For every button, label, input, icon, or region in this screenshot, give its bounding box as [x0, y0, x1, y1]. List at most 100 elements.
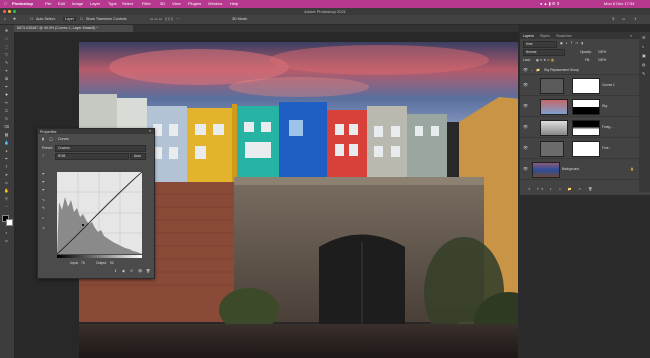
eye-icon[interactable]: 👁: [523, 124, 528, 129]
eye-icon[interactable]: 👁: [523, 82, 528, 87]
layer-group-row[interactable]: 👁 ⌄ 📁 Sky Replacement Group: [520, 66, 640, 75]
layer-row[interactable]: 👁 Background 🔒: [520, 159, 640, 180]
history-brush-tool-icon[interactable]: ↻: [3, 116, 10, 121]
gray-point-eyedropper-icon[interactable]: ✒: [42, 180, 45, 184]
menu-file[interactable]: File: [45, 1, 51, 7]
marquee-tool-icon[interactable]: ⬚: [3, 44, 10, 49]
blur-tool-icon[interactable]: 💧: [3, 140, 10, 145]
workspace-icon[interactable]: ▭: [622, 17, 625, 21]
filter-kind-dropdown[interactable]: Kind: [523, 41, 557, 48]
more-tools-icon[interactable]: ⋯: [3, 204, 10, 209]
brush-tool-icon[interactable]: ✏: [3, 100, 10, 105]
layer-row[interactable]: 👁 Fore...: [520, 138, 640, 159]
view-previous-icon[interactable]: ◉: [122, 269, 125, 273]
apple-icon[interactable]: : [4, 1, 7, 7]
paths-icon[interactable]: ✎: [642, 71, 645, 76]
document-tab[interactable]: 6873-035487 @ 49.9% (Curves 1, Layer Mas…: [14, 25, 133, 32]
channel-dropdown[interactable]: RGB: [55, 153, 129, 160]
align-icons[interactable]: ▭▭▭ ▯▯▯ ⋯: [150, 17, 181, 21]
menu-edit[interactable]: Edit: [58, 1, 65, 7]
crop-tool-icon[interactable]: ⌖: [3, 68, 10, 73]
quick-mask-icon[interactable]: ◐: [3, 230, 10, 235]
home-icon[interactable]: ⌂: [4, 17, 6, 21]
artboard-tool-icon[interactable]: □: [3, 36, 10, 41]
menu-type[interactable]: Type: [108, 1, 117, 7]
search-icon[interactable]: ⚲: [612, 17, 615, 21]
adjustments-icon[interactable]: ◐: [642, 44, 644, 49]
tab-styles[interactable]: Styles: [540, 34, 550, 38]
lock-icons[interactable]: ▦ ✎ ✥ ▭ 🔒: [536, 58, 555, 62]
auto-select-dropdown[interactable]: Layer: [63, 17, 76, 21]
rectangle-tool-icon[interactable]: ▭: [3, 180, 10, 185]
panel-menu-icon[interactable]: ≡: [149, 129, 151, 133]
stamp-tool-icon[interactable]: ⎋: [3, 108, 10, 113]
show-transform-checkbox[interactable]: ☐: [80, 17, 83, 21]
menu-image[interactable]: Image: [72, 1, 83, 7]
libraries-icon[interactable]: ▣: [642, 53, 646, 58]
quick-select-tool-icon[interactable]: ✎: [3, 60, 10, 65]
eye-icon[interactable]: 👁: [523, 166, 528, 171]
properties-header[interactable]: Properties ≡: [38, 129, 154, 134]
curves-graph[interactable]: [57, 172, 142, 254]
layer-actions[interactable]: ⚭ fx ◐ ◑ 📁 ▭ 🗑: [528, 187, 595, 191]
zoom-tool-icon[interactable]: ⚲: [3, 196, 10, 201]
eye-icon[interactable]: 👁: [523, 67, 528, 72]
path-select-tool-icon[interactable]: ➤: [3, 172, 10, 177]
chevron-down-icon[interactable]: ⌄: [531, 68, 534, 72]
preset-dropdown[interactable]: Custom: [55, 145, 146, 152]
type-tool-icon[interactable]: T: [3, 164, 10, 169]
panel-menu-icon[interactable]: ≡: [630, 34, 632, 38]
menu-3d[interactable]: 3D: [160, 1, 165, 7]
dodge-tool-icon[interactable]: ◕: [3, 148, 10, 153]
menu-help[interactable]: Help: [230, 1, 238, 7]
screen-mode-icon[interactable]: ▭: [3, 238, 10, 243]
layer-mask-thumb[interactable]: [572, 120, 600, 136]
smooth-icon[interactable]: ≈: [42, 216, 44, 220]
clipping-warning-icon[interactable]: ⚠: [42, 226, 45, 230]
lasso-tool-icon[interactable]: ➰: [3, 52, 10, 57]
clip-to-layer-icon[interactable]: ↧: [114, 269, 117, 273]
menu-app-name[interactable]: Photoshop: [12, 1, 33, 7]
channels-icon[interactable]: ◍: [642, 62, 646, 67]
input-value[interactable]: 76: [81, 261, 85, 265]
eraser-tool-icon[interactable]: ⌫: [3, 124, 10, 129]
gradient-tool-icon[interactable]: ▩: [3, 132, 10, 137]
output-value[interactable]: 92: [110, 261, 114, 265]
black-point-eyedropper-icon[interactable]: ✒: [42, 172, 45, 176]
reset-icon[interactable]: ↺: [130, 269, 133, 273]
blend-mode-dropdown[interactable]: Normal: [523, 49, 565, 56]
eyedropper-tool-icon[interactable]: ✒: [3, 84, 10, 89]
menu-layer[interactable]: Layer: [90, 1, 100, 7]
curve-edit-icon[interactable]: ∿: [42, 198, 45, 202]
menu-filter[interactable]: Filter: [142, 1, 151, 7]
layer-row[interactable]: 👁 Foreg...: [520, 117, 640, 138]
share-icon[interactable]: ⇧: [634, 17, 637, 21]
menu-window[interactable]: Window: [208, 1, 222, 7]
filter-icons[interactable]: ▣ ◐ T ▭ ▮: [560, 41, 584, 45]
move-tool-icon[interactable]: ✥: [3, 28, 10, 33]
tab-swatches[interactable]: Swatches: [556, 34, 572, 38]
menu-select[interactable]: Select: [122, 1, 133, 7]
delete-icon[interactable]: 🗑: [146, 269, 150, 273]
mask-icon[interactable]: ◯: [49, 137, 53, 141]
white-point-eyedropper-icon[interactable]: ✒: [42, 188, 45, 192]
tab-layers[interactable]: Layers: [523, 34, 534, 38]
pen-tool-icon[interactable]: ✒: [3, 156, 10, 161]
on-image-adjust-icon[interactable]: ☟: [42, 154, 44, 158]
hand-tool-icon[interactable]: ✋: [3, 188, 10, 193]
menu-view[interactable]: View: [172, 1, 181, 7]
pencil-draw-icon[interactable]: ✎: [42, 206, 45, 210]
fill-value[interactable]: 100%: [598, 58, 606, 62]
heal-tool-icon[interactable]: ✚: [3, 92, 10, 97]
toggle-visibility-icon[interactable]: 👁: [138, 269, 142, 273]
move-tool-icon[interactable]: ✥: [13, 17, 16, 21]
layer-row[interactable]: 👁 Sky: [520, 96, 640, 117]
eye-icon[interactable]: 👁: [523, 103, 528, 108]
menu-plugins[interactable]: Plugins: [188, 1, 201, 7]
frame-tool-icon[interactable]: ⊠: [3, 76, 10, 81]
layer-mask-thumb[interactable]: [572, 99, 600, 115]
layer-row[interactable]: 👁 Curves 1: [520, 75, 640, 96]
history-icon[interactable]: ☰: [642, 35, 646, 40]
layer-mask-thumb[interactable]: [572, 141, 600, 157]
layer-mask-thumb[interactable]: [572, 78, 600, 94]
